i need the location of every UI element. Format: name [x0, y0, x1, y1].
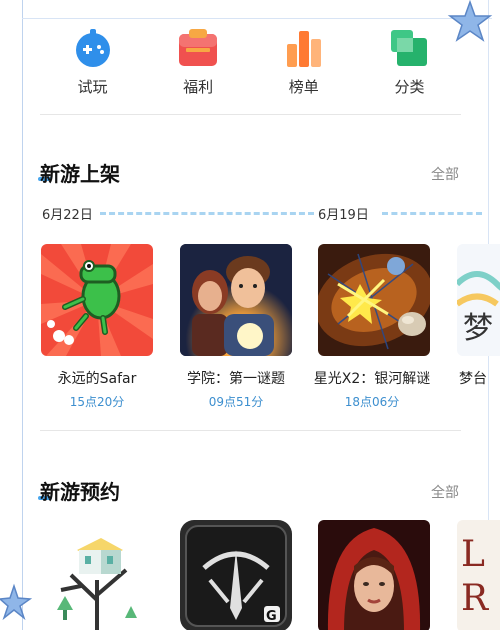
red-hood-game-icon	[318, 520, 430, 630]
starlight-puzzle-game-icon	[318, 244, 430, 356]
nav-label: 福利	[183, 78, 214, 96]
preorder-card[interactable]	[41, 520, 181, 630]
game-release-time: 09点51分	[208, 395, 264, 409]
quick-nav: 试玩 福利 榜单 分类	[40, 28, 462, 100]
release-timeline: 6月22日 6月19日	[40, 204, 482, 223]
preorder-card[interactable]	[318, 520, 458, 630]
game-release-time: 18点06分	[344, 395, 400, 409]
game-card[interactable]: 梦 梦台	[457, 244, 500, 388]
timeline-date: 6月19日	[318, 204, 371, 223]
timeline-date: 6月22日	[42, 204, 95, 223]
preorder-card[interactable]: L R	[457, 520, 500, 630]
gamepad-icon	[75, 29, 110, 67]
star-decoration-icon	[0, 583, 33, 621]
letters-game-icon: L R	[457, 520, 500, 630]
academy-characters-game-icon	[180, 244, 292, 356]
nav-item-trial[interactable]: 试玩	[40, 28, 145, 100]
game-name: 永远的Safar	[57, 371, 137, 387]
game-name: 梦台	[459, 371, 487, 387]
dream-game-icon: 梦	[457, 244, 500, 356]
preorder-title: 新游预约	[40, 480, 120, 504]
nav-label: 榜单	[288, 78, 319, 96]
nav-label: 分类	[394, 78, 425, 96]
svg-text:R: R	[461, 578, 489, 619]
preorder-card[interactable]: G	[180, 520, 320, 630]
svg-text:梦: 梦	[463, 311, 493, 346]
ranking-icon	[286, 31, 321, 67]
dark-emblem-game-icon: G	[180, 520, 292, 630]
section-divider	[40, 430, 461, 431]
section-divider	[40, 114, 461, 115]
nav-item-category[interactable]: 分类	[357, 28, 462, 100]
new-games-title: 新游上架	[40, 162, 120, 186]
nav-item-ranking[interactable]: 榜单	[251, 28, 356, 100]
game-name: 星光X2：银河解谜	[313, 371, 431, 387]
frame-top-border	[22, 18, 492, 19]
treehouse-game-icon	[41, 520, 153, 630]
green-crocodile-game-icon	[41, 244, 153, 356]
svg-text:L: L	[461, 534, 485, 575]
timeline-dash	[100, 212, 314, 215]
gift-icon	[179, 29, 218, 66]
game-card[interactable]: 永远的Safar 15点20分	[41, 244, 181, 410]
game-card[interactable]: 星光X2：银河解谜 18点06分	[314, 244, 458, 410]
nav-item-welfare[interactable]: 福利	[146, 28, 251, 100]
game-release-time: 15点20分	[69, 395, 125, 409]
timeline-dash	[382, 212, 482, 215]
game-name: 学院：第一谜题	[187, 371, 285, 387]
frame-left-border	[22, 0, 23, 630]
game-card[interactable]: 学院：第一谜题 09点51分	[180, 244, 320, 410]
category-icon	[391, 30, 428, 66]
preorder-all-link[interactable]: 全部	[431, 482, 459, 502]
new-games-all-link[interactable]: 全部	[431, 164, 459, 184]
nav-label: 试玩	[77, 78, 108, 96]
svg-text:G: G	[266, 609, 277, 624]
